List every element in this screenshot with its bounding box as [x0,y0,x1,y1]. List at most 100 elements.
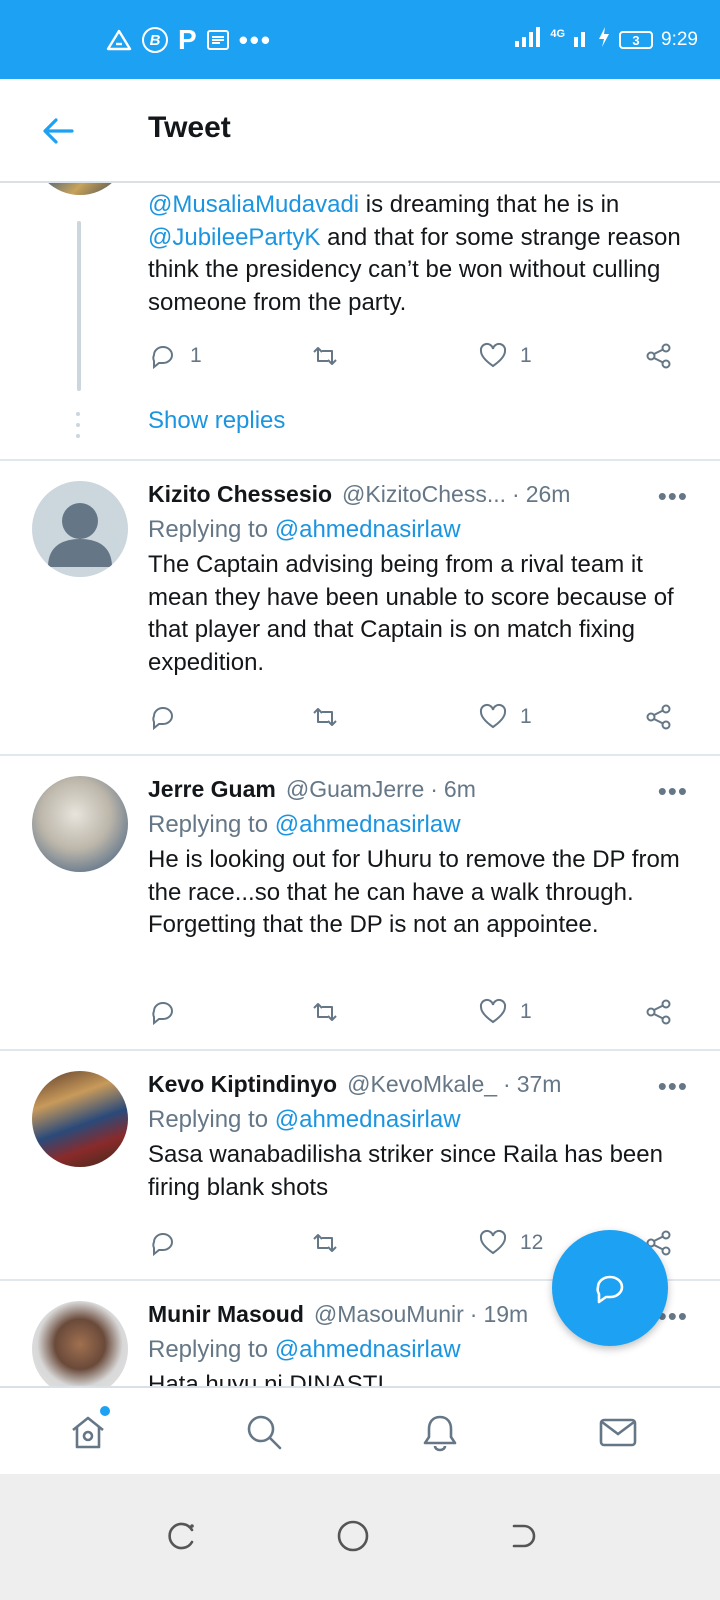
mention-link[interactable]: @MusaliaMudavadi [148,191,359,218]
heart-icon [479,703,507,729]
author-name[interactable]: Kizito Chessesio [148,481,332,508]
show-replies-link[interactable]: Show replies [148,407,285,435]
share-button[interactable] [644,697,674,737]
author-name[interactable]: Kevo Kiptindinyo [148,1071,337,1098]
reply-tweet[interactable]: Jerre Guam @GuamJerre · 6m Replying to @… [0,756,720,1051]
retweet-icon [313,1234,337,1252]
back-button[interactable] [36,109,80,153]
back-system-button[interactable] [504,1516,544,1556]
author-handle[interactable]: @MasouMunir [314,1301,464,1328]
charging-icon [597,26,611,54]
share-icon [646,704,671,730]
warning-triangle-icon [106,29,132,51]
author-name[interactable]: Jerre Guam [148,776,276,803]
like-button[interactable]: 1 [478,992,532,1032]
replying-to: Replying to @ahmednasirlaw [148,516,461,543]
author-handle[interactable]: @KizitoChess... [342,481,506,508]
timestamp: 37m [516,1070,562,1097]
mention-link[interactable]: @ahmednasirlaw [275,516,461,543]
like-count: 1 [520,344,532,367]
recent-apps-icon [168,1522,194,1550]
network-type: 4G [550,28,566,40]
avatar[interactable] [32,1071,128,1167]
heart-icon [479,342,507,368]
recent-apps-button[interactable] [162,1516,202,1556]
mention-link[interactable]: @ahmednasirlaw [275,1106,461,1133]
like-button[interactable]: 1 [478,697,532,737]
tweet-body: Sasa wanabadilisha striker since Raila h… [148,1141,663,1201]
thread-tweet[interactable]: @MusaliaMudavadi is dreaming that he is … [0,183,720,461]
bell-icon [423,1415,457,1452]
heart-icon [479,1229,507,1255]
back-system-icon [512,1524,536,1548]
share-button[interactable] [644,992,674,1032]
news-app-icon [206,30,229,50]
thread-dots [76,412,82,445]
reply-count: 1 [190,344,202,367]
like-count: 1 [520,705,532,728]
nav-notifications[interactable] [418,1410,462,1454]
unread-dot [98,1404,112,1418]
compose-reply-button[interactable] [552,1230,668,1346]
author-name[interactable]: Munir Masoud [148,1301,304,1328]
retweet-button[interactable] [310,992,340,1032]
more-options-icon[interactable]: ••• [658,481,688,512]
thread-line [77,221,81,391]
mention-link[interactable]: @ahmednasirlaw [275,1336,461,1363]
reply-button[interactable] [148,992,178,1032]
reply-button[interactable] [148,697,178,737]
more-options-icon[interactable]: ••• [658,776,688,807]
b-app-icon: B [142,27,168,53]
like-button[interactable]: 12 [478,1223,543,1263]
nav-messages[interactable] [596,1410,640,1454]
nav-home[interactable] [66,1404,112,1454]
avatar[interactable] [32,183,128,195]
status-bar-system: 4G 3 9:29 [514,24,698,56]
more-options-icon[interactable]: ••• [658,1071,688,1102]
like-button[interactable]: 1 [478,336,532,376]
avatar[interactable] [32,776,128,872]
reply-button[interactable]: 1 [148,336,202,376]
mail-icon [599,1418,637,1447]
retweet-icon [313,1003,337,1021]
circle-home-icon [337,1520,369,1552]
retweet-button[interactable] [310,1223,340,1263]
mention-link[interactable]: @JubileePartyK [148,224,320,251]
avatar[interactable] [32,1301,128,1397]
search-icon [247,1415,282,1450]
page-title: Tweet [148,111,231,144]
author-handle[interactable]: @GuamJerre [286,776,424,803]
reply-icon [152,707,173,731]
mention-link[interactable]: @ahmednasirlaw [275,811,461,838]
more-notifications-icon: ••• [238,25,272,55]
p-app-icon: P [178,24,197,55]
nav-search[interactable] [242,1410,286,1454]
bottom-navigation [0,1386,720,1474]
arrow-left-icon [43,118,74,144]
tweet-actions: 1 [148,992,688,1032]
reply-tweet[interactable]: Kizito Chessesio @KizitoChess... · 26m R… [0,461,720,756]
retweet-button[interactable] [310,697,340,737]
tweet-body: He is looking out for Uhuru to remove th… [148,846,680,938]
timestamp: 6m [443,775,476,802]
reply-button[interactable] [148,1223,178,1263]
tweet-actions: 1 [148,697,688,737]
status-bar-notifications: B P ••• [106,24,272,56]
tweet-body: The Captain advising being from a rival … [148,551,674,676]
home-system-button[interactable] [333,1516,373,1556]
share-icon [646,343,671,369]
tweet-actions: 1 1 [148,336,688,376]
signal-2-icon [573,26,589,54]
retweet-icon [313,347,337,365]
signal-icon [514,26,542,54]
author-handle[interactable]: @KevoMkale_ [347,1071,497,1098]
home-icon [72,1416,104,1449]
avatar[interactable] [32,481,128,577]
tweet-body: @MusaliaMudavadi is dreaming that he is … [148,191,681,316]
top-app-bar: Tweet [0,79,720,183]
retweet-icon [313,708,337,726]
status-bar: B P ••• 4G 3 9:29 [0,0,720,79]
tweet-feed[interactable]: @MusaliaMudavadi is dreaming that he is … [0,183,720,1413]
retweet-button[interactable] [310,336,340,376]
share-button[interactable] [644,336,674,376]
